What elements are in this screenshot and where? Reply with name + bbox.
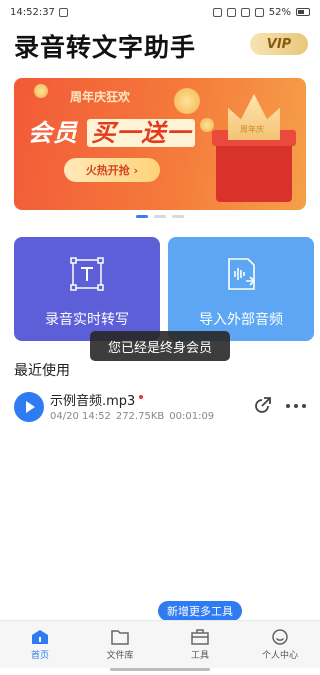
carousel-dot[interactable] [172, 215, 184, 218]
promo-banner[interactable]: 周年庆狂欢 会员 买一送一 火热开抢 › 周年庆 [14, 78, 306, 210]
carousel-dot[interactable] [136, 215, 148, 218]
file-meta: 04/20 14:52 272.75KB 00:01:09 [50, 411, 214, 422]
tab-library-label: 文件库 [106, 650, 134, 661]
tab-home[interactable]: 首页 [0, 621, 80, 668]
vip-badge[interactable]: VIP [250, 33, 308, 55]
mute-icon [226, 7, 236, 17]
grab-now-button[interactable]: 火热开抢 › [64, 158, 160, 182]
unread-dot [139, 395, 144, 399]
coin-decoration [174, 88, 200, 114]
record-realtime-card[interactable]: 录音实时转写 [14, 237, 160, 341]
file-size: 272.75KB [115, 411, 165, 422]
text-recognition-icon [70, 257, 104, 291]
file-date: 04/20 14:52 [50, 411, 111, 422]
recent-section-title: 最近使用 [14, 363, 70, 379]
tab-profile[interactable]: 个人中心 [240, 621, 320, 668]
toast-message: 您已经是终身会员 [90, 331, 230, 361]
banner-subtitle: 周年庆狂欢 [70, 90, 131, 104]
crown-text: 周年庆 [240, 125, 264, 134]
import-audio-card[interactable]: 导入外部音频 [168, 237, 314, 341]
nfc-icon [212, 7, 222, 17]
import-audio-label: 导入外部音频 [199, 312, 283, 328]
banner-headline-b: 买一送一 [87, 119, 196, 147]
file-name-text: 示例音频.mp3 [50, 394, 136, 409]
tab-profile-label: 个人中心 [261, 650, 298, 661]
toolbox-icon [191, 628, 209, 645]
wifi-icon [240, 7, 250, 17]
share-icon[interactable] [252, 396, 272, 416]
home-icon [32, 629, 48, 644]
battery-icon [296, 8, 310, 16]
gift-box-illustration [212, 130, 296, 202]
profile-icon [272, 628, 288, 645]
bottom-tab-bar: 首页 文件库 工具 个人中心 [0, 620, 320, 668]
status-icons: 52% [212, 6, 310, 18]
carousel-indicator [136, 215, 184, 218]
new-tools-tooltip[interactable]: 新增更多工具 [158, 601, 242, 626]
carousel-dot[interactable] [154, 215, 166, 218]
record-realtime-label: 录音实时转写 [45, 312, 129, 328]
tab-library[interactable]: 文件库 [80, 621, 160, 668]
file-duration: 00:01:09 [169, 411, 215, 422]
audio-file-import-icon [228, 258, 256, 290]
more-options-icon[interactable] [286, 396, 306, 416]
tab-home-label: 首页 [30, 650, 49, 661]
status-time: 14:52:37 [10, 6, 55, 18]
folder-icon [111, 629, 129, 645]
tab-tools[interactable]: 工具 [160, 621, 240, 668]
list-item[interactable]: 示例音频.mp3 04/20 14:52 272.75KB 00:01:09 [14, 390, 306, 430]
usb-icon [58, 7, 68, 17]
banner-headline: 会员 买一送一 [28, 113, 196, 148]
play-button[interactable] [14, 392, 44, 422]
tab-tools-label: 工具 [190, 650, 209, 661]
file-name[interactable]: 示例音频.mp3 [50, 390, 144, 409]
battery-percent: 52% [268, 6, 291, 18]
app-title: 录音转文字助手 [14, 33, 197, 62]
signal-icon [254, 7, 264, 17]
coin-decoration [34, 84, 48, 98]
status-bar: 14:52:37 52% [0, 0, 320, 24]
banner-headline-a: 会员 [28, 119, 78, 147]
grab-now-label: 火热开抢 [85, 164, 130, 177]
home-indicator[interactable] [110, 668, 210, 671]
